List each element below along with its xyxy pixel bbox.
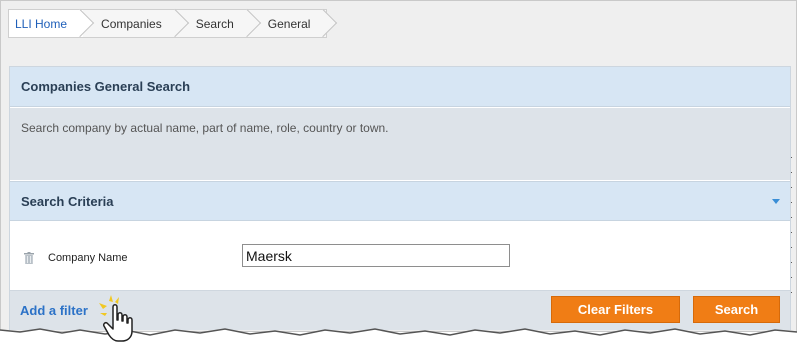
panel-title: Companies General Search <box>10 67 790 107</box>
breadcrumb-label: Search <box>195 16 234 31</box>
filter-row-company-name: Company Name <box>10 222 790 290</box>
company-name-label: Company Name <box>48 252 128 264</box>
scrollbar-edge: · · · · · · · · · · <box>790 152 793 297</box>
chevron-down-icon[interactable] <box>772 199 780 204</box>
hand-pointer-cursor-icon <box>99 295 133 342</box>
breadcrumb-label: Companies <box>101 16 162 31</box>
companies-search-panel: Companies General Search Search company … <box>9 66 791 330</box>
search-criteria-header[interactable]: Search Criteria <box>10 181 790 221</box>
breadcrumb-label: General <box>267 16 311 31</box>
clear-filters-button[interactable]: Clear Filters <box>551 296 680 323</box>
breadcrumb: LLI Home Companies Search General <box>8 9 328 38</box>
breadcrumb-item-companies[interactable]: Companies <box>83 10 178 37</box>
breadcrumb-item-general[interactable]: General <box>249 10 327 37</box>
search-criteria-title: Search Criteria <box>21 193 114 209</box>
search-button[interactable]: Search <box>693 296 780 323</box>
add-filter-link[interactable]: Add a filter <box>20 303 88 318</box>
panel-description: Search company by actual name, part of n… <box>10 108 790 180</box>
breadcrumb-item-lli-home[interactable]: LLI Home <box>9 10 84 37</box>
company-name-input[interactable] <box>242 244 510 267</box>
breadcrumb-label: LLI Home <box>15 16 68 31</box>
trash-icon[interactable] <box>24 252 34 264</box>
